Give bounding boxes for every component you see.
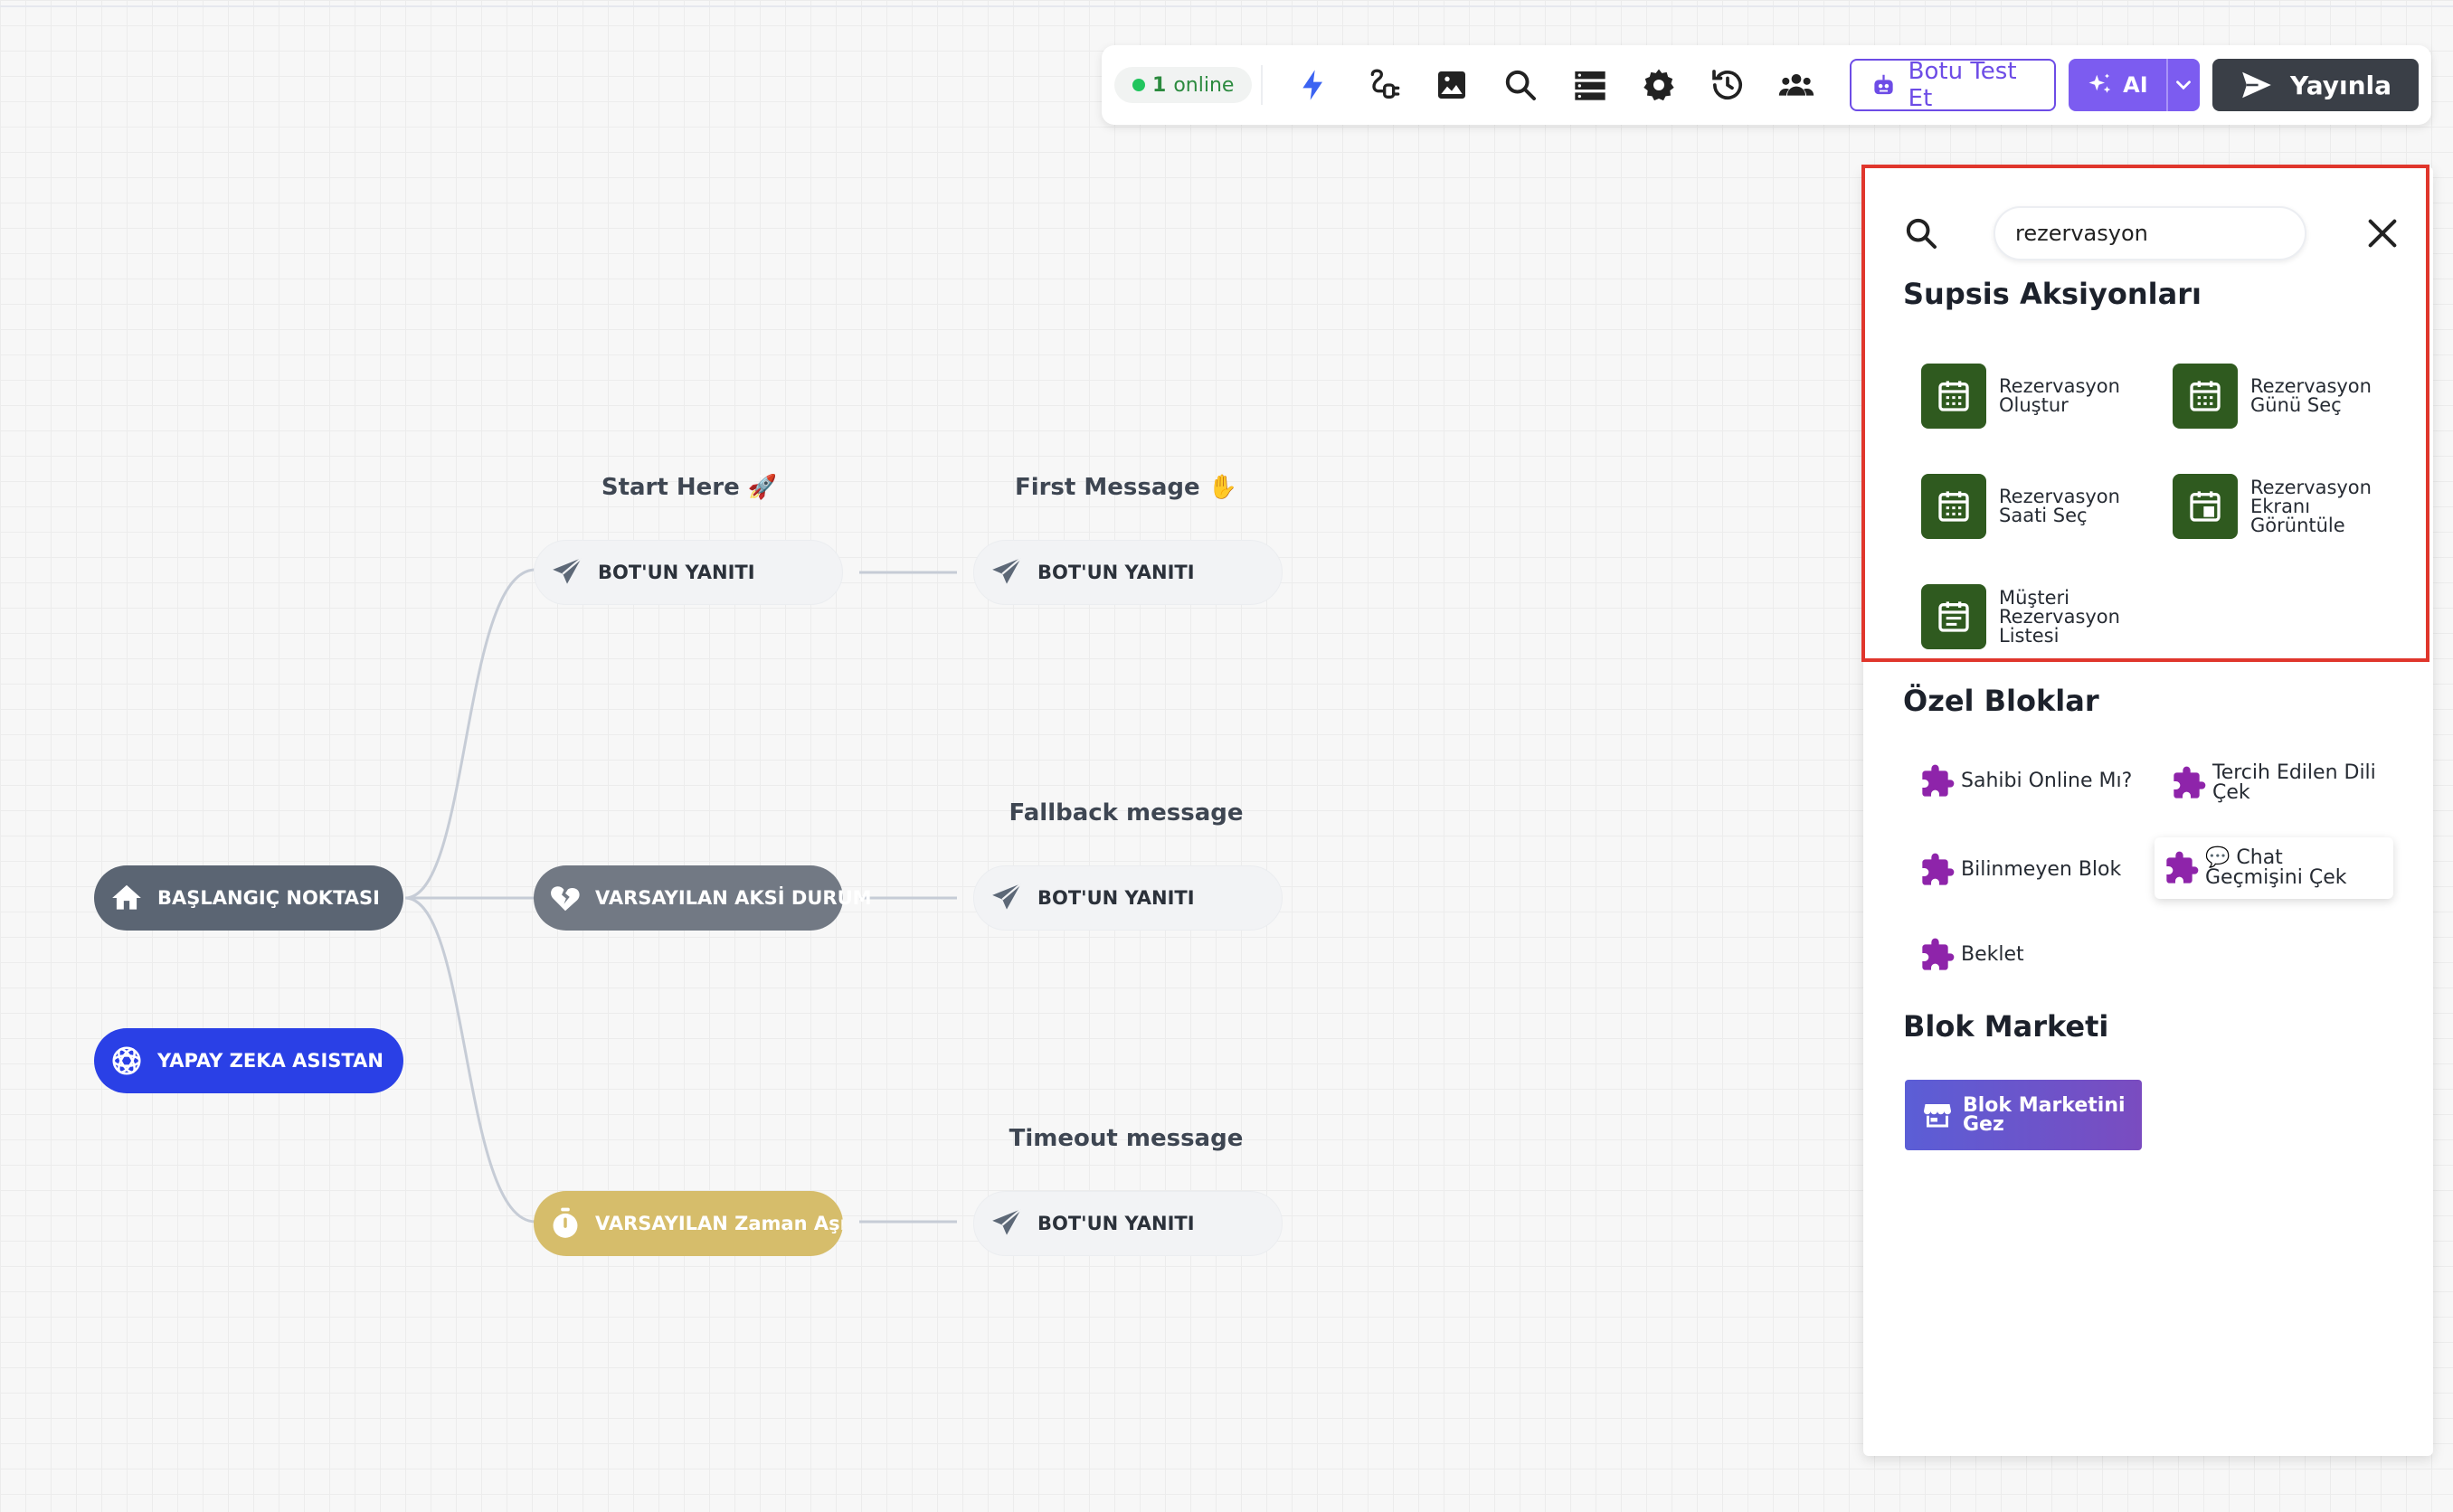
node-start-here-reply-label: BOT'UN YANITI [598,562,755,583]
paper-plane-icon [549,554,585,591]
node-default-timeout[interactable]: VARSAYILAN Zaman Aşımı [534,1191,843,1256]
openai-icon [109,1043,145,1079]
puzzle-icon [1922,938,1955,970]
paper-plane-icon [989,554,1025,591]
edge-start-to-start-here [404,568,536,900]
store-icon [1924,1104,1951,1128]
custom-block-label: Tercih Edilen Dili Çek [2212,761,2376,804]
browse-block-market-label: Blok Marketini Gez [1963,1094,2126,1136]
node-timeout-reply[interactable]: BOT'UN YANITI [973,1191,1283,1256]
node-ai-assistant-label: YAPAY ZEKA ASISTAN [157,1050,384,1072]
node-first-message-reply[interactable]: BOT'UN YANITI [973,540,1283,605]
node-start-point-label: BAŞLANGIÇ NOKTASI [157,887,380,909]
custom-block-owner-online[interactable]: Sahibi Online Mı? [1919,763,2133,799]
calendar-list-icon [1921,584,1986,649]
custom-block-label: 💬 Chat Geçmişini Çek [2205,846,2347,889]
node-timeout-reply-label: BOT'UN YANITI [1037,1213,1195,1234]
calendar-day-icon [2173,474,2238,539]
browse-block-market-button[interactable]: Blok Marketini Gez [1905,1080,2142,1150]
custom-block-label: Beklet [1961,943,2024,966]
node-start-here-reply[interactable]: BOT'UN YANITI [534,540,843,605]
calendar-grid-icon [2173,364,2238,429]
action-label: Rezervasyon Oluştur [1999,375,2120,416]
home-icon [109,880,145,916]
action-label: Rezervasyon Günü Seç [2250,375,2372,416]
node-first-message-reply-label: BOT'UN YANITI [1037,562,1195,583]
puzzle-icon [2174,766,2206,799]
action-select-reservation-time[interactable]: Rezervasyon Saati Seç [1921,474,2153,539]
broken-heart-icon [548,880,582,916]
action-label: Rezervasyon Saati Seç [1999,486,2120,526]
label-fallback-message: Fallback message [1009,799,1244,827]
node-default-negative-label: VARSAYILAN AKSİ DURUM [595,887,872,909]
panel-search-row [1903,206,2410,260]
node-fallback-reply-label: BOT'UN YANITI [1037,887,1195,909]
node-default-timeout-label: VARSAYILAN Zaman Aşımı [595,1213,843,1234]
stopwatch-icon [548,1205,582,1242]
node-start-point[interactable]: BAŞLANGIÇ NOKTASI [94,865,403,931]
label-start-here: Start Here 🚀 [601,474,778,501]
action-view-reservation-screen[interactable]: Rezervasyon Ekranı Görüntüle [2173,474,2404,539]
custom-block-chat-history[interactable]: 💬 Chat Geçmişini Çek [2155,837,2393,899]
puzzle-icon [1922,764,1955,797]
block-search-panel: Supsis Aksiyonları Rezervasyon Oluştur R… [1863,166,2433,1456]
paper-plane-icon [989,880,1025,916]
block-search-input[interactable] [1994,206,2306,260]
custom-block-unknown[interactable]: Bilinmeyen Blok [1919,852,2133,888]
puzzle-icon [2166,851,2199,884]
label-first-message: First Message ✋ [1014,474,1238,501]
custom-block-preferred-language[interactable]: Tercih Edilen Dili Çek [2171,763,2384,803]
custom-block-label: Sahibi Online Mı? [1961,770,2133,792]
puzzle-icon [1922,853,1955,885]
calendar-grid-icon [1921,474,1986,539]
label-timeout-message: Timeout message [1009,1125,1244,1152]
custom-blocks-title: Özel Bloklar [1903,684,2099,718]
block-market-title: Blok Marketi [1903,1009,2109,1044]
paper-plane-icon [989,1205,1025,1242]
node-default-negative[interactable]: VARSAYILAN AKSİ DURUM [534,865,872,931]
close-icon[interactable] [2364,215,2401,251]
search-icon [1906,218,1937,249]
action-select-reservation-day[interactable]: Rezervasyon Günü Seç [2173,364,2404,429]
calendar-grid-icon [1921,364,1986,429]
custom-block-wait[interactable]: Beklet [1919,937,2133,973]
edge-start-to-timeout [404,896,536,1224]
action-create-reservation[interactable]: Rezervasyon Oluştur [1921,364,2153,429]
action-label: Müşteri Rezervasyon Listesi [1999,586,2120,647]
supsis-actions-title: Supsis Aksiyonları [1903,277,2202,311]
custom-block-label: Bilinmeyen Blok [1961,858,2122,881]
node-ai-assistant[interactable]: YAPAY ZEKA ASISTAN [94,1028,403,1093]
node-fallback-reply[interactable]: BOT'UN YANITI [973,865,1283,931]
action-customer-reservation-list[interactable]: Müşteri Rezervasyon Listesi [1921,584,2153,649]
action-label: Rezervasyon Ekranı Görüntüle [2250,476,2372,536]
